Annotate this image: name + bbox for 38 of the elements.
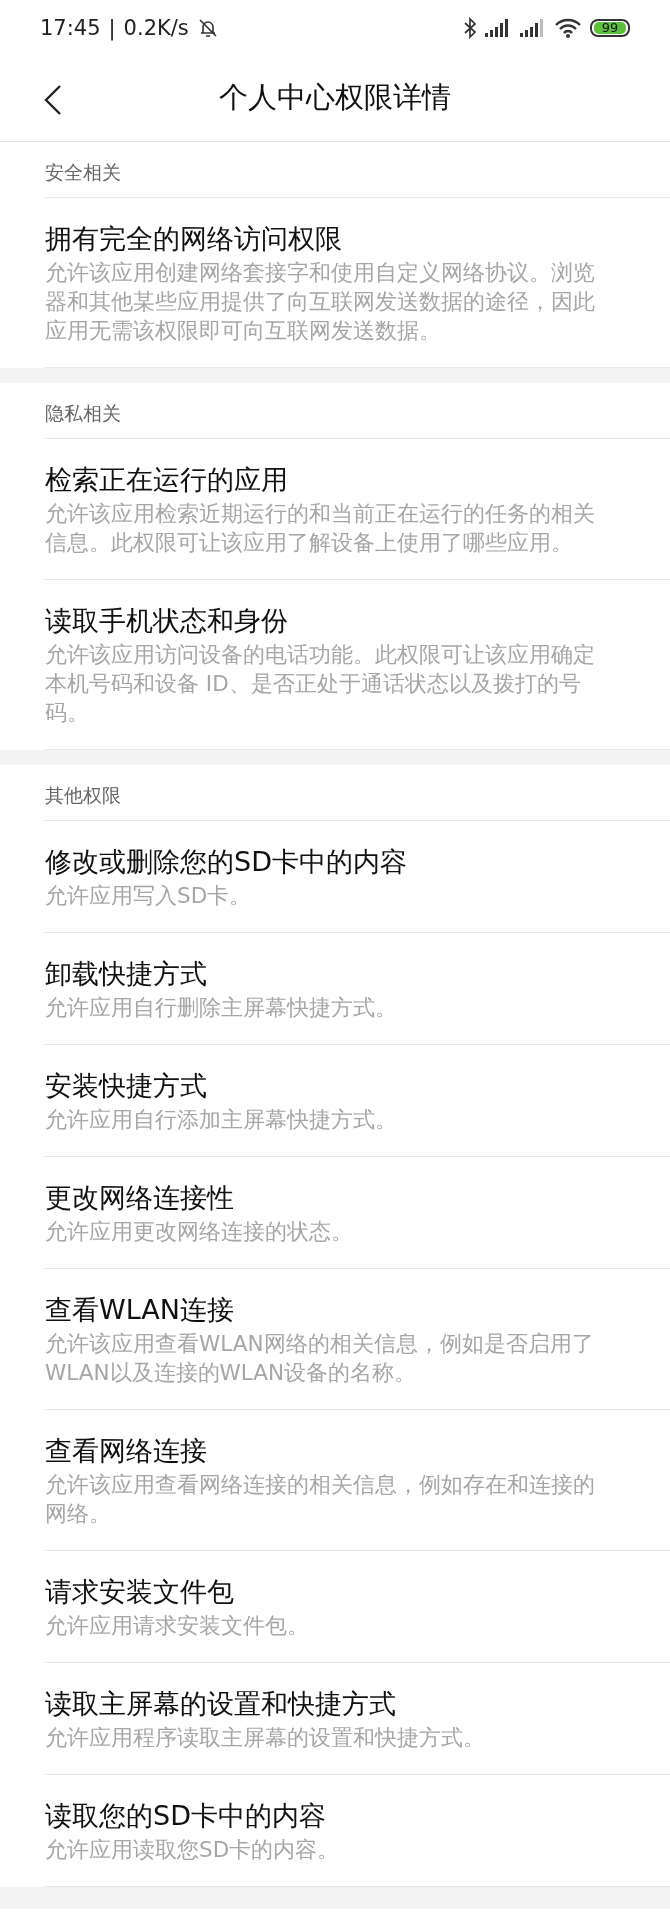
permission-description: 允许应用请求安装文件包。 [45, 1612, 310, 1640]
permission-title: 更改网络连接性 [45, 1181, 235, 1215]
permission-description: 允许该应用查看网络连接的相关信息，例如存在和连接的网络。 [45, 1471, 596, 1528]
permission-description: 允许应用自行删除主屏幕快捷方式。 [45, 994, 398, 1022]
permission-title: 请求安装文件包 [45, 1575, 235, 1609]
permission-title: 修改或删除您的SD卡中的内容 [45, 845, 408, 879]
permission-title: 安装快捷方式 [45, 1069, 208, 1103]
permission-title: 卸载快捷方式 [45, 957, 208, 991]
permission-description: 允许应用读取您SD卡的内容。 [45, 1836, 341, 1864]
permission-description: 允许应用自行添加主屏幕快捷方式。 [45, 1106, 398, 1134]
permission-title: 读取主屏幕的设置和快捷方式 [45, 1687, 397, 1721]
bluetooth-icon [464, 16, 476, 39]
back-icon[interactable] [44, 85, 62, 115]
wifi-icon [555, 17, 581, 38]
permission-description: 允许应用更改网络连接的状态。 [45, 1218, 354, 1246]
section-label: 隐私相关 [45, 402, 121, 424]
permission-description: 允许该应用创建网络套接字和使用自定义网络协议。浏览器和其他某些应用提供了向互联网发送数据的途径，因此应用无需该权限即可向互联网发送数据。 [45, 259, 596, 345]
permission-description: 允许该应用查看WLAN网络的相关信息，例如是否启用了WLAN以及连接的WLAN设备的名称。 [45, 1330, 595, 1387]
section-label: 其他权限 [45, 784, 121, 806]
permission-description: 允许应用程序读取主屏幕的设置和快捷方式。 [45, 1724, 486, 1752]
permission-title: 检索正在运行的应用 [45, 463, 289, 497]
permission-description: 允许该应用检索近期运行的和当前正在运行的任务的相关信息。此权限可让该应用了解设备上使用了哪些应用。 [45, 500, 596, 557]
battery-icon: 99 [590, 18, 630, 37]
network-speed: 0.2K/s [123, 15, 189, 40]
permission-title: 拥有完全的网络访问权限 [45, 222, 343, 256]
signal-icon [485, 18, 511, 37]
permission-title: 查看WLAN连接 [45, 1293, 236, 1327]
permission-title: 读取手机状态和身份 [45, 604, 289, 638]
permission-description: 允许应用写入SD卡。 [45, 882, 253, 910]
page-title: 个人中心权限详情 [219, 79, 451, 116]
permission-title: 读取您的SD卡中的内容 [45, 1799, 327, 1833]
separator: | [108, 15, 116, 40]
section-label: 安全相关 [45, 161, 121, 183]
muted-bell-icon [196, 16, 219, 39]
permission-description: 允许该应用访问设备的电话功能。此权限可让该应用确定本机号码和设备 ID、是否正处于通话状态以及拨打的号码。 [45, 641, 596, 727]
time: 17:45 [40, 15, 101, 40]
signal-icon [520, 18, 546, 37]
permission-title: 查看网络连接 [45, 1434, 208, 1468]
